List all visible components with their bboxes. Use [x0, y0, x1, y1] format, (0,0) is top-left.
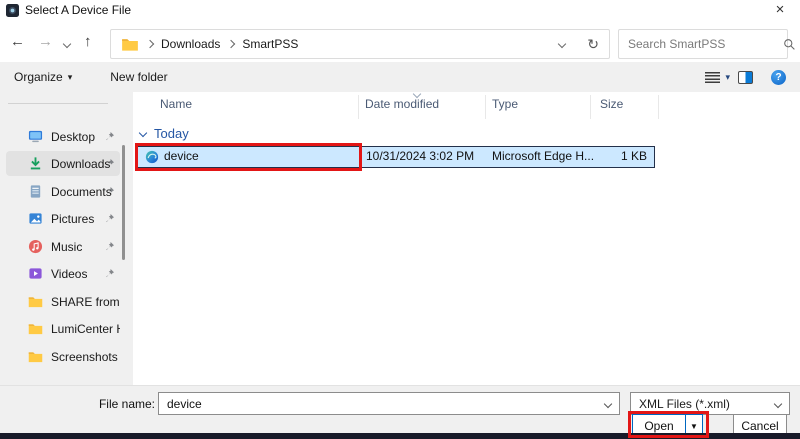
view-mode-button[interactable]: ▾ [705, 72, 730, 83]
address-dropdown-icon[interactable] [558, 40, 566, 48]
file-type-dropdown-icon[interactable] [774, 399, 782, 407]
help-icon[interactable]: ? [771, 70, 786, 85]
folder-icon [28, 321, 43, 336]
new-folder-button[interactable]: New folder [110, 70, 167, 84]
sidebar-item-label: Videos [51, 267, 87, 281]
close-icon[interactable]: × [770, 0, 790, 19]
pin-icon [104, 268, 115, 279]
search-box[interactable] [618, 29, 788, 59]
file-date-cell: 10/31/2024 3:02 PM [366, 149, 474, 163]
search-icon [783, 38, 796, 51]
preview-pane-icon[interactable] [738, 71, 753, 84]
sidebar-item-lumicenter[interactable]: LumiCenter Hov [6, 316, 120, 341]
folder-icon [28, 294, 43, 309]
sidebar-item-label: LumiCenter Hov [51, 322, 120, 336]
new-folder-label: New folder [110, 70, 167, 84]
column-separator[interactable] [590, 95, 591, 119]
bottom-edge-strip [0, 433, 800, 439]
microsoft-edge-file-icon [145, 150, 159, 164]
breadcrumb-smartpss[interactable]: SmartPSS [242, 37, 298, 51]
sidebar-scrollbar[interactable] [122, 145, 125, 260]
search-input[interactable] [628, 37, 783, 51]
pictures-icon [28, 211, 43, 226]
file-type-cell: Microsoft Edge H... [492, 149, 594, 163]
file-type-value: XML Files (*.xml) [639, 397, 730, 411]
file-name-combo[interactable] [158, 392, 620, 415]
organize-dropdown-icon: ▾ [68, 72, 73, 83]
group-header-today[interactable]: Today [154, 126, 189, 141]
window-title: Select A Device File [25, 3, 131, 17]
title-bar: Select A Device File × [0, 0, 800, 20]
sidebar-item-label: SHARE from Co [51, 295, 120, 309]
view-dropdown-icon: ▾ [725, 72, 730, 83]
list-view-icon [705, 72, 720, 83]
folder-icon [28, 349, 43, 364]
sidebar-item-documents[interactable]: Documents [6, 179, 120, 204]
sidebar-item-label: Music [51, 240, 82, 254]
address-bar[interactable]: Downloads SmartPSS ↻ [110, 29, 610, 59]
sidebar-item-downloads[interactable]: Downloads [6, 151, 120, 176]
file-name-dropdown-icon[interactable] [604, 399, 612, 407]
file-name-cell[interactable]: device [164, 149, 199, 163]
sidebar-divider [8, 103, 108, 104]
command-toolbar: Organize ▾ New folder ▾ ? [0, 62, 800, 92]
documents-icon [28, 184, 43, 199]
column-header-type[interactable]: Type [492, 97, 518, 111]
smartpss-app-icon [6, 4, 19, 17]
sidebar-item-desktop[interactable]: Desktop [6, 124, 120, 149]
pin-icon [104, 213, 115, 224]
file-type-select[interactable]: XML Files (*.xml) [630, 392, 790, 415]
music-icon [28, 239, 43, 254]
pin-icon [104, 241, 115, 252]
breadcrumb-folder-icon [121, 37, 139, 51]
sidebar-item-label: Downloads [51, 157, 110, 171]
sidebar-item-label: Screenshots [51, 350, 118, 364]
forward-icon[interactable]: → [38, 33, 53, 50]
column-header-date-modified[interactable]: Date modified [365, 97, 439, 111]
up-icon[interactable]: ↑ [84, 33, 92, 50]
column-separator[interactable] [658, 95, 659, 119]
downloads-icon [28, 156, 43, 171]
column-header-size[interactable]: Size [600, 97, 623, 111]
column-separator[interactable] [485, 95, 486, 119]
sidebar-item-pictures[interactable]: Pictures [6, 206, 120, 231]
sidebar-item-label: Documents [51, 185, 112, 199]
breadcrumb-downloads[interactable]: Downloads [161, 37, 220, 51]
column-header-name[interactable]: Name [160, 97, 192, 111]
file-size-cell: 1 KB [585, 149, 647, 163]
sidebar-item-music[interactable]: Music [6, 234, 120, 259]
select-device-file-dialog: Select A Device File × ← → ↑ Downloads S… [0, 0, 800, 439]
desktop-icon [28, 129, 43, 144]
organize-label: Organize [14, 70, 63, 84]
file-list-area [133, 92, 800, 385]
sidebar-item-label: Pictures [51, 212, 94, 226]
videos-icon [28, 266, 43, 281]
pin-icon [104, 186, 115, 197]
sidebar-item-share-from-co[interactable]: SHARE from Co [6, 289, 120, 314]
recent-locations-icon[interactable] [63, 40, 71, 48]
pin-icon [104, 158, 115, 169]
sidebar-item-screenshots[interactable]: Screenshots [6, 344, 120, 369]
navigation-sidebar: Desktop Downloads Documents Pictures Mus… [0, 92, 133, 385]
sidebar-item-videos[interactable]: Videos [6, 261, 120, 286]
organize-button[interactable]: Organize ▾ [14, 70, 72, 84]
column-separator[interactable] [358, 95, 359, 119]
file-name-input[interactable] [167, 397, 599, 411]
refresh-icon[interactable]: ↻ [587, 36, 599, 53]
sidebar-item-label: Desktop [51, 130, 95, 144]
pin-icon [104, 131, 115, 142]
back-icon[interactable]: ← [10, 33, 25, 50]
file-name-label: File name: [70, 397, 155, 411]
